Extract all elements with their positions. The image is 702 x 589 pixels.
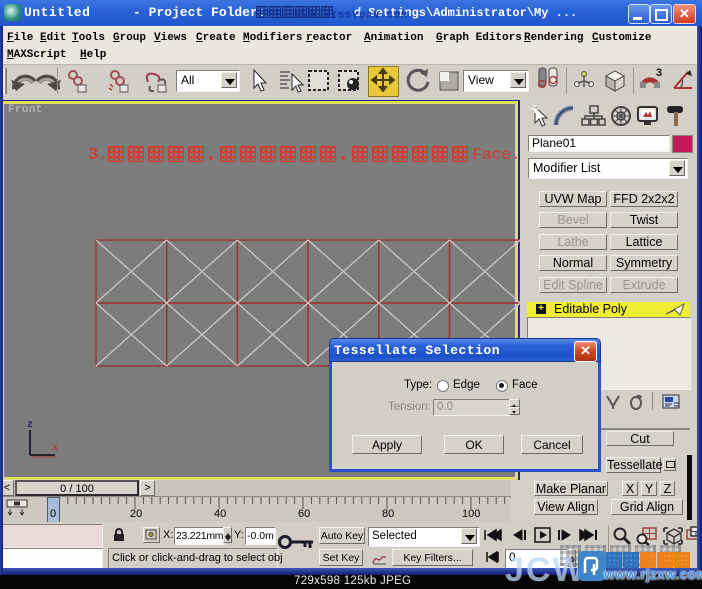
svg-text:z: z	[27, 420, 33, 431]
svg-text:x: x	[52, 443, 58, 454]
